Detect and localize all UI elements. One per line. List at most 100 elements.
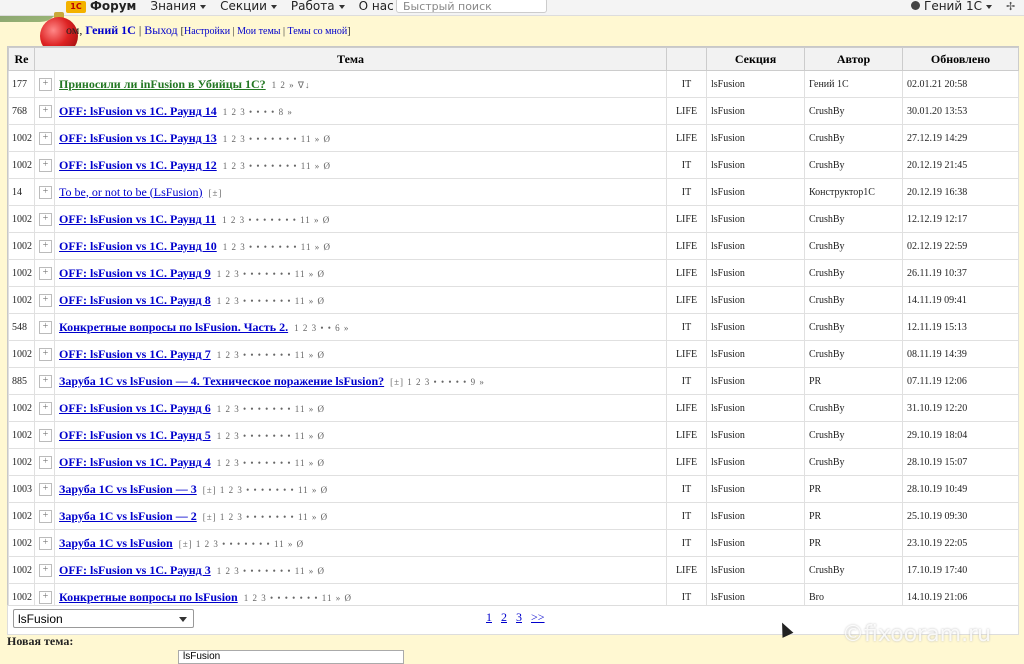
topic-pages[interactable]: [±] 1 2 3 • • • • • • • 11 » Ø	[203, 512, 328, 522]
col-replies[interactable]: Re	[8, 47, 35, 71]
topic-link[interactable]: OFF: lsFusion vs 1C. Раунд 3	[59, 563, 211, 577]
topic-pages[interactable]: [±]	[208, 188, 222, 198]
col-title[interactable]: Тема	[34, 47, 667, 71]
topic-section[interactable]: lsFusion	[706, 97, 805, 125]
col-updated[interactable]: Обновлено	[902, 47, 1019, 71]
topic-pages[interactable]: 1 2 3 • • • • • • • 11 » Ø	[244, 593, 352, 603]
topic-author[interactable]: Конструктор1С	[804, 178, 903, 206]
expand-icon[interactable]: +	[39, 509, 52, 523]
topic-author[interactable]: CrushBy	[804, 448, 903, 476]
topic-link[interactable]: OFF: lsFusion vs 1C. Раунд 10	[59, 239, 217, 253]
topic-section[interactable]: lsFusion	[706, 556, 805, 584]
expand-icon[interactable]: +	[39, 590, 52, 604]
expand-icon[interactable]: +	[39, 482, 52, 496]
topic-link[interactable]: OFF: lsFusion vs 1C. Раунд 9	[59, 266, 211, 280]
page-2-link[interactable]: 2	[501, 610, 507, 624]
topic-author[interactable]: CrushBy	[804, 313, 903, 341]
topic-link[interactable]: OFF: lsFusion vs 1C. Раунд 11	[59, 212, 216, 226]
topic-link[interactable]: Конкретные вопросы по lsFusion. Часть 2.	[59, 320, 288, 334]
topic-link[interactable]: Приносили ли inFusion в Убийцы 1С?	[59, 77, 266, 91]
expand-icon[interactable]: +	[39, 158, 52, 172]
section-select[interactable]: lsFusion	[13, 609, 194, 628]
topic-pages[interactable]: 1 2 3 • • • • • • • 11 » Ø	[223, 161, 331, 171]
topic-link[interactable]: To be, or not to be (LsFusion)	[59, 185, 202, 199]
next-pages-link[interactable]: >>	[531, 610, 545, 624]
topic-link[interactable]: OFF: lsFusion vs 1C. Раунд 4	[59, 455, 211, 469]
topic-section[interactable]: lsFusion	[706, 502, 805, 530]
expand-icon[interactable]: +	[39, 536, 52, 550]
nav-knowledge[interactable]: Знания	[150, 0, 207, 13]
topic-pages[interactable]: [±] 1 2 3 • • • • • • • 11 » Ø	[203, 485, 328, 495]
topic-author[interactable]: CrushBy	[804, 421, 903, 449]
topic-pages[interactable]: 1 2 3 • • • • • • • 11 » Ø	[222, 215, 330, 225]
topic-pages[interactable]: 1 2 3 • • • • • • • 11 » Ø	[217, 350, 325, 360]
expand-icon[interactable]: +	[39, 239, 52, 253]
user-menu[interactable]: Гений 1С	[911, 0, 992, 13]
topic-author[interactable]: PR	[804, 529, 903, 557]
my-topics-link[interactable]: Мои темы	[237, 26, 280, 37]
settings-link[interactable]: Настройки	[184, 26, 230, 37]
topic-link[interactable]: Заруба 1С vs lsFusion — 4. Техническое п…	[59, 374, 384, 388]
topic-pages[interactable]: 1 2 3 • • • • • • • 11 » Ø	[223, 242, 331, 252]
profile-link[interactable]: Гений 1С	[85, 23, 135, 37]
topic-link[interactable]: OFF: lsFusion vs 1C. Раунд 8	[59, 293, 211, 307]
topic-section[interactable]: lsFusion	[706, 124, 805, 152]
topic-section[interactable]: lsFusion	[706, 205, 805, 233]
topic-author[interactable]: CrushBy	[804, 259, 903, 287]
topic-section[interactable]: lsFusion	[706, 178, 805, 206]
topic-section[interactable]: lsFusion	[706, 313, 805, 341]
topic-section[interactable]: lsFusion	[706, 259, 805, 287]
topic-pages[interactable]: 1 2 3 • • • • 8 »	[223, 107, 293, 117]
topic-link[interactable]: Заруба 1С vs lsFusion — 3	[59, 482, 197, 496]
topic-pages[interactable]: 1 2 3 • • • • • • • 11 » Ø	[217, 566, 325, 576]
topic-link[interactable]: Заруба 1С vs lsFusion — 2	[59, 509, 197, 523]
topic-pages[interactable]: [±] 1 2 3 • • • • • • • 11 » Ø	[179, 539, 304, 549]
topic-section[interactable]: lsFusion	[706, 475, 805, 503]
topic-link[interactable]: OFF: lsFusion vs 1C. Раунд 14	[59, 104, 217, 118]
topic-section[interactable]: lsFusion	[706, 394, 805, 422]
page-3-link[interactable]: 3	[516, 610, 522, 624]
topic-author[interactable]: CrushBy	[804, 286, 903, 314]
topic-section[interactable]: lsFusion	[706, 367, 805, 395]
expand-icon[interactable]: +	[39, 428, 52, 442]
expand-icon[interactable]: +	[39, 104, 52, 118]
topic-author[interactable]: PR	[804, 502, 903, 530]
expand-icon[interactable]: +	[39, 455, 52, 469]
topic-link[interactable]: OFF: lsFusion vs 1C. Раунд 13	[59, 131, 217, 145]
topic-pages[interactable]: 1 2 3 • • • • • • • 11 » Ø	[217, 269, 325, 279]
topic-author[interactable]: CrushBy	[804, 124, 903, 152]
topic-author[interactable]: CrushBy	[804, 232, 903, 260]
topic-author[interactable]: CrushBy	[804, 394, 903, 422]
topic-pages[interactable]: 1 2 3 • • • • • • • 11 » Ø	[223, 134, 331, 144]
expand-icon[interactable]: +	[39, 131, 52, 145]
new-topic-section-field[interactable]: lsFusion	[178, 650, 404, 664]
topic-author[interactable]: CrushBy	[804, 97, 903, 125]
topic-author[interactable]: CrushBy	[804, 151, 903, 179]
topic-link[interactable]: OFF: lsFusion vs 1C. Раунд 6	[59, 401, 211, 415]
pin-icon[interactable]: ✢	[1006, 0, 1015, 13]
expand-icon[interactable]: +	[39, 563, 52, 577]
topic-section[interactable]: lsFusion	[706, 340, 805, 368]
col-author[interactable]: Автор	[804, 47, 903, 71]
expand-icon[interactable]: +	[39, 266, 52, 280]
topic-pages[interactable]: 1 2 3 • • • • • • • 11 » Ø	[217, 404, 325, 414]
forum-logo[interactable]: 1С	[66, 1, 86, 13]
topic-link[interactable]: Заруба 1С vs lsFusion	[59, 536, 173, 550]
topic-link[interactable]: Конкретные вопросы по lsFusion	[59, 590, 238, 604]
expand-icon[interactable]: +	[39, 374, 52, 388]
page-1-link[interactable]: 1	[486, 610, 492, 624]
quick-search-input[interactable]: Быстрый поиск	[396, 0, 547, 13]
topic-author[interactable]: CrushBy	[804, 556, 903, 584]
topic-section[interactable]: lsFusion	[706, 448, 805, 476]
topic-link[interactable]: OFF: lsFusion vs 1C. Раунд 7	[59, 347, 211, 361]
topic-pages[interactable]: [±] 1 2 3 • • • • • 9 »	[390, 377, 485, 387]
expand-icon[interactable]: +	[39, 401, 52, 415]
topics-with-me-link[interactable]: Темы со мной	[288, 26, 348, 37]
topic-author[interactable]: PR	[804, 367, 903, 395]
topic-pages[interactable]: 1 2 3 • • • • • • • 11 » Ø	[217, 431, 325, 441]
expand-icon[interactable]: +	[39, 320, 52, 334]
expand-icon[interactable]: +	[39, 347, 52, 361]
topic-section[interactable]: lsFusion	[706, 286, 805, 314]
topic-author[interactable]: CrushBy	[804, 340, 903, 368]
expand-icon[interactable]: +	[39, 185, 52, 199]
